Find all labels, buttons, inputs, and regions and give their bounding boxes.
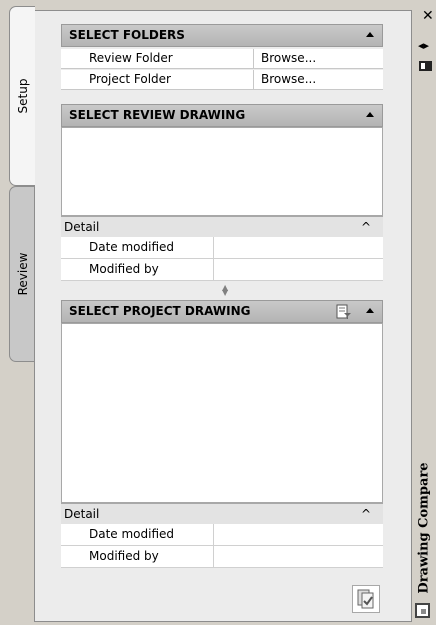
project-detail-label: Detail (64, 507, 100, 521)
review-modified-by-row: Modified by (61, 259, 383, 281)
collapse-icon[interactable] (366, 308, 374, 313)
property-label: Date modified (89, 527, 175, 541)
project-modified-by-row: Modified by (61, 546, 383, 568)
review-detail-label: Detail (64, 220, 100, 234)
tab-setup-label: Setup (15, 78, 30, 114)
project-folder-row: Project Folder Browse... (61, 70, 383, 90)
project-drawing-list[interactable] (61, 323, 383, 503)
filter-icon[interactable] (336, 304, 352, 320)
tab-review[interactable]: Review (9, 186, 35, 362)
select-project-drawing-title: SELECT PROJECT DRAWING (69, 304, 251, 318)
select-folders-header[interactable]: SELECT FOLDERS (61, 24, 383, 47)
select-review-drawing-title: SELECT REVIEW DRAWING (69, 108, 246, 122)
properties-icon[interactable] (419, 61, 432, 71)
project-folder-label: Project Folder (89, 72, 171, 86)
chevron-up-icon[interactable]: ^ (361, 508, 371, 520)
select-folders-title: SELECT FOLDERS (69, 28, 185, 42)
review-folder-row: Review Folder Browse... (61, 49, 383, 69)
auto-hide-icon[interactable]: ◂▸ (418, 39, 429, 52)
review-folder-label: Review Folder (89, 51, 173, 65)
splitter-handle[interactable]: ▲ ▼ (222, 284, 228, 297)
compare-button[interactable] (352, 585, 380, 613)
project-folder-browse-button[interactable]: Browse... (261, 72, 316, 86)
palette-icon (415, 603, 430, 618)
collapse-icon[interactable] (366, 112, 374, 117)
chevron-up-icon[interactable]: ^ (361, 221, 371, 233)
select-project-drawing-header[interactable]: SELECT PROJECT DRAWING (61, 300, 383, 323)
review-date-modified-row: Date modified (61, 237, 383, 259)
review-folder-browse-button[interactable]: Browse... (261, 51, 316, 65)
close-icon[interactable]: ✕ (422, 8, 434, 24)
palette-title: Drawing Compare (416, 462, 432, 594)
review-drawing-list[interactable] (61, 127, 383, 216)
property-label: Modified by (89, 262, 159, 276)
property-label: Date modified (89, 240, 175, 254)
collapse-icon[interactable] (366, 32, 374, 37)
project-date-modified-row: Date modified (61, 524, 383, 546)
compare-icon (357, 589, 374, 609)
select-review-drawing-header[interactable]: SELECT REVIEW DRAWING (61, 104, 383, 127)
tab-setup[interactable]: Setup (9, 6, 35, 186)
tab-review-label: Review (15, 252, 30, 296)
review-detail-bar[interactable]: Detail ^ (61, 216, 383, 237)
property-label: Modified by (89, 549, 159, 563)
project-detail-bar[interactable]: Detail ^ (61, 503, 383, 524)
